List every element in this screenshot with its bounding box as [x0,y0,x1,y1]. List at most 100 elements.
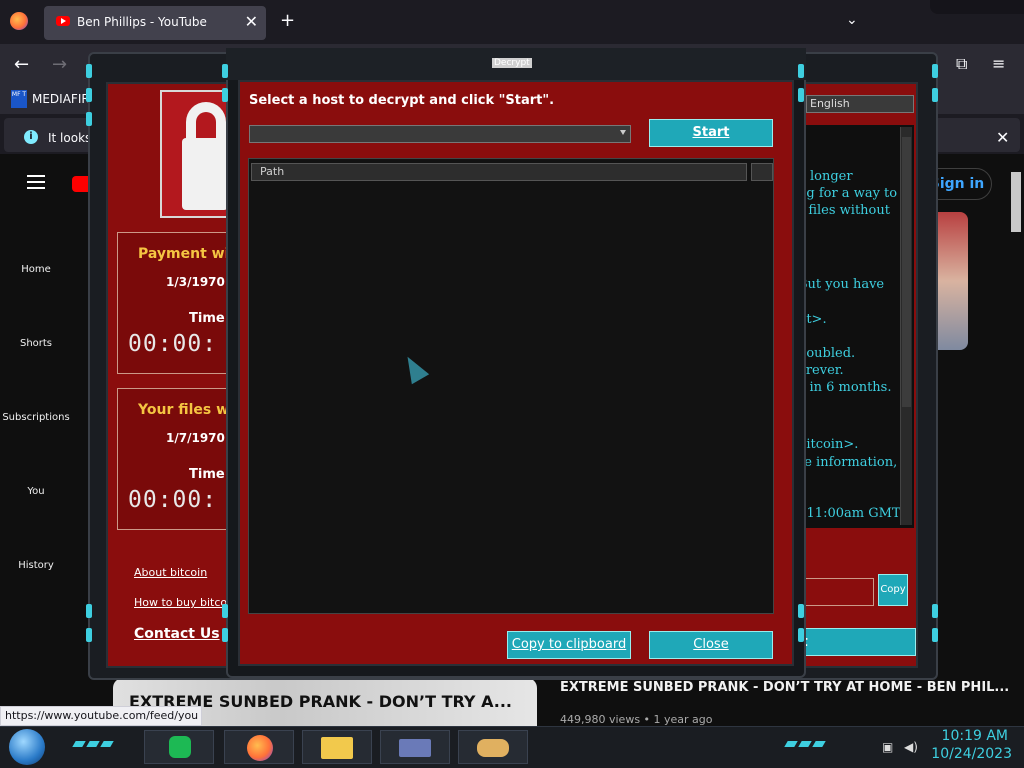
ransom-text-line: y in 6 months. [798,380,892,395]
tab-title: Ben Phillips - YouTube [77,15,207,29]
frame-accent [798,604,804,618]
files-lost-title: Your files wi [138,402,234,418]
padlock-body [182,138,228,210]
column-header-extra[interactable] [751,163,773,181]
start-menu-orb-icon[interactable] [9,729,45,765]
firefox-app-icon [247,735,273,761]
ransom-text-scrollbar[interactable] [900,127,912,525]
video-meta: 449,980 views • 1 year ago [560,713,713,726]
video-thumbnail-right[interactable] [934,212,968,350]
start-button[interactable]: Start [649,119,773,147]
status-bar-url: https://www.youtube.com/feed/you [0,706,202,726]
taskbar-window-icon[interactable] [380,730,450,764]
tab-close-icon[interactable]: ✕ [245,12,258,31]
ransom-text-line: r files without [798,203,890,218]
frame-accent [932,628,938,642]
copy-address-button[interactable]: Copy [878,574,908,606]
padlock-shackle [186,102,226,142]
payment-raise-title: Payment will [138,246,239,262]
window-controls[interactable] [930,0,1024,14]
files-lost-countdown: 00:00: [128,487,218,513]
sidebar-item-subscriptions[interactable]: Subscriptions [0,412,72,423]
frame-accent [86,112,92,126]
menu-icon[interactable]: ≡ [992,54,1005,73]
taskbar-spotify-icon[interactable] [144,730,214,764]
frame-accent [86,88,92,102]
frame-accent [798,628,804,642]
payment-raise-panel: Payment will 1/3/1970 1 Time 00:00: [117,232,239,374]
extensions-icon[interactable]: ⧉ [956,54,967,74]
network-icon[interactable]: ▣ [882,740,893,754]
frame-accent [932,604,938,618]
frame-accent [932,64,938,78]
page-scrollbar[interactable] [1008,158,1024,722]
browser-tab-bar: Ben Phillips - YouTube ✕ + ⌄ [0,0,1024,44]
forward-arrow-icon[interactable]: → [52,54,67,75]
sidebar-item-shorts[interactable]: Shorts [0,338,72,349]
frame-accent [932,88,938,102]
padlock-icon [160,90,228,218]
about-bitcoin-link[interactable]: About bitcoin [134,566,207,579]
ransom-text-scroll-thumb[interactable] [902,137,911,407]
column-header-path[interactable]: Path [251,163,747,181]
info-icon: i [24,130,38,144]
mediafire-icon: MF T [11,90,27,108]
taskbar-firefox-icon[interactable] [224,730,294,764]
new-tab-button[interactable]: + [280,10,295,31]
sidebar-item-you[interactable]: You [0,486,72,497]
firefox-icon[interactable] [10,12,28,30]
taskbar-handshake-icon[interactable] [458,730,528,764]
contact-us-link[interactable]: Contact Us [134,626,220,642]
ransom-text-line: doubled. [798,346,856,361]
frame-accent [86,628,92,642]
sidebar-item-history[interactable]: History [0,560,72,571]
decrypt-titlebar[interactable]: Decrypt [226,48,806,80]
decrypt-prompt: Select a host to decrypt and click "Star… [249,93,555,108]
scrollbar-thumb[interactable] [1011,172,1021,232]
ransom-text-line: But you have [798,277,885,292]
decrypt-title: Decrypt [492,58,532,68]
frame-accent [86,64,92,78]
frame-accent [222,64,228,78]
tab-ben-phillips[interactable]: Ben Phillips - YouTube ✕ [44,6,266,40]
frame-accent [222,88,228,102]
frame-accent [86,604,92,618]
payment-raise-time-label: Time [189,311,225,326]
back-arrow-icon[interactable]: ← [14,54,29,75]
frame-accent [798,88,804,102]
frame-accent [798,64,804,78]
volume-icon[interactable]: ◀) [904,740,918,754]
copy-to-clipboard-button[interactable]: Copy to clipboard [507,631,631,659]
bookmark-mediafire[interactable]: MEDIAFIR [32,92,90,106]
ransom-message-text: o longer ng for a way to r files without… [798,125,914,528]
ransom-text-line: ng for a way to [798,186,898,201]
taskbar-file-explorer-icon[interactable] [302,730,372,764]
frame-accent [222,628,228,642]
language-select[interactable]: English [806,95,914,113]
ransom-text-line: bitcoin>. [798,437,859,452]
ransom-text-line: o longer [798,169,853,184]
tab-list-chevron-icon[interactable]: ⌄ [846,12,858,28]
notification-close-icon[interactable]: ✕ [996,128,1009,147]
folder-icon [321,737,353,759]
decrypt-file-list[interactable]: Path [248,158,774,614]
app-window-icon [399,739,431,757]
ransom-text-line: re information, [798,455,898,470]
spotify-icon [169,736,191,758]
check-payment-button[interactable]: t [798,628,916,656]
bitcoin-address-field[interactable] [798,578,874,606]
hamburger-menu-icon[interactable] [27,175,45,189]
clock-date[interactable]: 10/24/2023 [930,746,1012,762]
ransom-text-line: - 11:00am GMT [798,506,901,521]
video-title[interactable]: EXTREME SUNBED PRANK - DON’T TRY AT HOME… [560,680,1009,695]
close-button[interactable]: Close [649,631,773,659]
sidebar-item-home[interactable]: Home [0,264,72,275]
dropdown-arrow-icon [620,130,626,135]
youtube-favicon-icon [56,16,70,26]
files-lost-panel: Your files wi 1/7/1970 1 Time 00:00: [117,388,237,530]
files-lost-time-label: Time [189,467,225,482]
host-select[interactable] [249,125,631,143]
payment-raise-countdown: 00:00: [128,331,218,357]
handshake-icon [477,739,509,757]
clock-time[interactable]: 10:19 AM [940,728,1008,744]
